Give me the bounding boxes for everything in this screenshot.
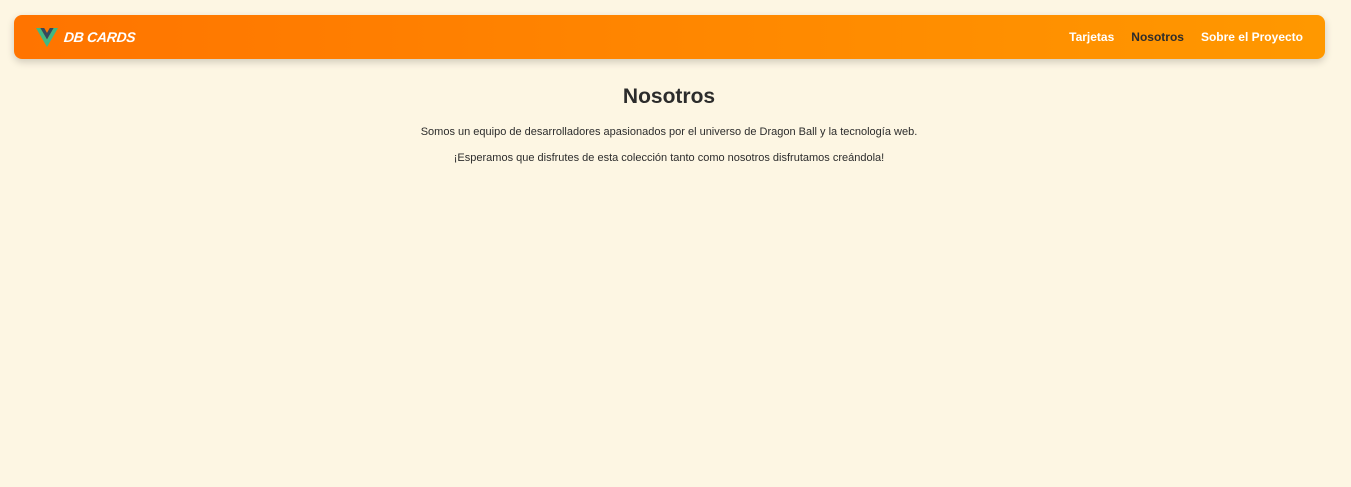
top-navbar: DB CARDS Tarjetas Nosotros Sobre el Proy… [14,15,1325,59]
about-section: Nosotros Somos un equipo de desarrollado… [0,83,1338,176]
intro-paragraph: Somos un equipo de desarrolladores apasi… [420,126,918,138]
brand-link[interactable]: DB CARDS [36,27,137,47]
brand-name: DB CARDS [63,29,137,45]
page-title: Nosotros [622,85,716,108]
vue-logo-icon [36,27,58,47]
nav-link-nosotros[interactable]: Nosotros [1131,30,1184,44]
nav-links: Tarjetas Nosotros Sobre el Proyecto [1069,30,1303,44]
nav-link-sobre-el-proyecto[interactable]: Sobre el Proyecto [1201,30,1303,44]
closing-paragraph: ¡Esperamos que disfrutes de esta colecci… [453,152,885,164]
nav-link-tarjetas[interactable]: Tarjetas [1069,30,1114,44]
